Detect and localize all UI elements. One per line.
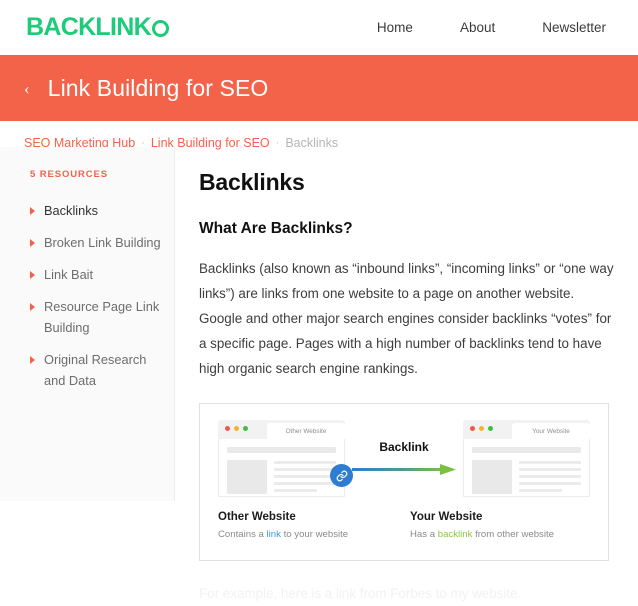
browser-tab-label: Other Website <box>285 427 327 435</box>
placeholder-line <box>519 468 581 471</box>
placeholder-line <box>519 482 581 485</box>
caption-title: Other Website <box>218 511 296 523</box>
example-note: For example, here is a link from Forbes … <box>199 586 522 601</box>
placeholder-line <box>519 489 563 492</box>
section-title: What Are Backlinks? <box>199 220 353 237</box>
placeholder-line <box>274 475 336 478</box>
placeholder-line <box>274 468 336 471</box>
browser-mockup-other-website: Other Website <box>218 420 353 497</box>
placeholder-line <box>274 489 318 492</box>
nav-link-home[interactable]: Home <box>377 20 413 35</box>
intro-paragraph: Backlinks (also known as “inbound links”… <box>199 261 614 376</box>
sidebar-item-label: Backlinks <box>44 203 99 218</box>
arrow-label: Backlink <box>379 440 429 454</box>
traffic-light-dots <box>225 426 248 431</box>
placeholder-line <box>519 475 581 478</box>
diagram-captions: Other Website Contains a link to your we… <box>218 511 590 542</box>
sidebar-item-original-research-and-data[interactable]: Original Research and Data <box>30 349 164 391</box>
banner-title: Link Building for SEO <box>47 74 269 101</box>
placeholder-text-lines <box>519 460 581 494</box>
browser-tab-your-website: Your Website <box>512 423 590 439</box>
caption-link-word[interactable]: backlink <box>438 529 473 540</box>
caption-link-word[interactable]: link <box>267 529 281 540</box>
back-chevron-icon[interactable]: ‹ <box>24 80 30 97</box>
site-logo[interactable]: BACKLINK <box>26 15 169 40</box>
nav-link-about[interactable]: About <box>460 20 495 35</box>
maximize-dot-icon <box>243 426 248 431</box>
caption-title: Your Website <box>410 511 483 523</box>
maximize-dot-icon <box>488 426 493 431</box>
sidebar-item-label: Broken Link Building <box>44 235 161 250</box>
triangle-right-icon <box>30 271 35 279</box>
arrow-right-icon <box>352 464 456 475</box>
main-content: Backlinks What Are Backlinks? Backlinks … <box>175 147 638 606</box>
sidebar-item-label: Original Research and Data <box>44 352 147 388</box>
minimize-dot-icon <box>479 426 484 431</box>
traffic-light-dots <box>470 426 493 431</box>
placeholder-line <box>274 461 336 464</box>
close-dot-icon <box>225 426 230 431</box>
browser-chrome: Your Website <box>463 420 590 439</box>
page-banner: ‹ Link Building for SEO <box>0 55 638 121</box>
sidebar-item-broken-link-building[interactable]: Broken Link Building <box>30 232 164 253</box>
sidebar-item-resource-page-link-building[interactable]: Resource Page Link Building <box>30 296 164 338</box>
minimize-dot-icon <box>234 426 239 431</box>
caption-text-post: to your website <box>280 529 349 540</box>
placeholder-columns <box>472 460 581 494</box>
placeholder-image-block <box>472 460 512 494</box>
placeholder-line <box>274 482 336 485</box>
browser-viewport <box>463 439 590 497</box>
caption-text-pre: Contains a <box>218 529 267 540</box>
sidebar-heading: 5 RESOURCES <box>30 169 109 180</box>
browser-chrome: Other Website <box>218 420 345 439</box>
placeholder-image-block <box>227 460 267 494</box>
placeholder-header-bar <box>227 447 336 453</box>
browser-tab-other-website: Other Website <box>267 423 345 439</box>
placeholder-columns <box>227 460 336 494</box>
logo-circle-icon <box>151 20 169 37</box>
caption-subtitle: Has a backlink from other website <box>410 528 590 542</box>
caption-subtitle: Contains a link to your website <box>218 528 398 542</box>
diagram-browsers-row: Other Website Backlink Your Website <box>218 420 590 497</box>
link-icon[interactable] <box>330 464 353 487</box>
logo-text: BACKLINK <box>26 13 152 41</box>
backlink-diagram: Other Website Backlink Your Website Othe… <box>199 403 609 561</box>
placeholder-header-bar <box>472 447 581 453</box>
sidebar-resource-list: Backlinks Broken Link Building Link Bait… <box>30 200 164 391</box>
browser-viewport <box>218 439 353 497</box>
placeholder-text-lines <box>274 460 336 494</box>
sidebar-item-label: Resource Page Link Building <box>44 299 160 335</box>
placeholder-line <box>519 461 581 464</box>
triangle-right-icon <box>30 356 35 364</box>
primary-nav-links: Home About Newsletter <box>377 20 612 35</box>
page-layout: 5 RESOURCES Backlinks Broken Link Buildi… <box>0 147 638 606</box>
triangle-right-icon <box>30 207 35 215</box>
sidebar-item-label: Link Bait <box>44 267 94 282</box>
nav-link-newsletter[interactable]: Newsletter <box>542 20 606 35</box>
resources-sidebar: 5 RESOURCES Backlinks Broken Link Buildi… <box>0 147 175 501</box>
page-title: Backlinks <box>199 169 305 195</box>
caption-text-pre: Has a <box>410 529 438 540</box>
sidebar-item-link-bait[interactable]: Link Bait <box>30 264 164 285</box>
close-dot-icon <box>470 426 475 431</box>
triangle-right-icon <box>30 239 35 247</box>
triangle-right-icon <box>30 303 35 311</box>
breadcrumb: SEO Marketing Hub · Link Building for SE… <box>0 121 638 150</box>
backlink-arrow-group: Backlink <box>345 424 463 494</box>
top-navigation-bar: BACKLINK Home About Newsletter <box>0 0 638 55</box>
sidebar-item-backlinks[interactable]: Backlinks <box>30 200 164 221</box>
caption-your-website: Your Website Has a backlink from other w… <box>410 511 590 542</box>
caption-other-website: Other Website Contains a link to your we… <box>218 511 398 542</box>
caption-text-post: from other website <box>472 529 554 540</box>
browser-tab-label: Your Website <box>532 427 570 435</box>
browser-mockup-your-website: Your Website <box>463 420 590 497</box>
